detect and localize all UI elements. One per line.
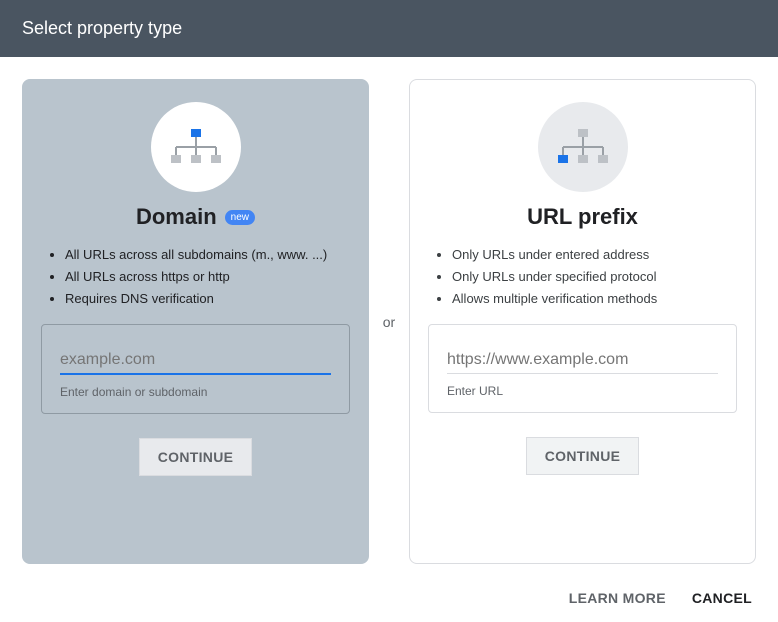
- url-prefix-continue-button[interactable]: CONTINUE: [526, 437, 640, 475]
- domain-input-helper: Enter domain or subdomain: [60, 385, 331, 399]
- modal-title: Select property type: [22, 18, 182, 39]
- modal-header: Select property type: [0, 0, 778, 57]
- url-prefix-title: URL prefix: [527, 204, 638, 230]
- sitemap-icon: [556, 127, 610, 167]
- list-item: Allows multiple verification methods: [452, 288, 737, 310]
- new-badge: new: [225, 210, 255, 225]
- domain-title: Domain: [136, 204, 217, 230]
- domain-input[interactable]: [60, 347, 331, 375]
- learn-more-button[interactable]: LEARN MORE: [569, 590, 666, 606]
- or-separator: or: [369, 79, 409, 564]
- domain-continue-button[interactable]: CONTINUE: [139, 438, 253, 476]
- list-item: Only URLs under entered address: [452, 244, 737, 266]
- modal-body: Domain new All URLs across all subdomain…: [0, 57, 778, 574]
- modal-footer: LEARN MORE CANCEL: [0, 574, 778, 622]
- url-prefix-features: Only URLs under entered address Only URL…: [428, 244, 737, 310]
- list-item: All URLs across all subdomains (m., www.…: [65, 244, 350, 266]
- card-domain[interactable]: Domain new All URLs across all subdomain…: [22, 79, 369, 564]
- list-item: Requires DNS verification: [65, 288, 350, 310]
- url-prefix-title-row: URL prefix: [527, 204, 638, 230]
- url-prefix-input-helper: Enter URL: [447, 384, 718, 398]
- url-prefix-input-frame: Enter URL: [428, 324, 737, 413]
- list-item: All URLs across https or http: [65, 266, 350, 288]
- list-item: Only URLs under specified protocol: [452, 266, 737, 288]
- card-url-prefix[interactable]: URL prefix Only URLs under entered addre…: [409, 79, 756, 564]
- domain-input-frame: Enter domain or subdomain: [41, 324, 350, 414]
- domain-title-row: Domain new: [136, 204, 255, 230]
- domain-features: All URLs across all subdomains (m., www.…: [41, 244, 350, 310]
- cancel-button[interactable]: CANCEL: [692, 590, 752, 606]
- domain-icon-circle: [151, 102, 241, 192]
- select-property-type-modal: Select property type Domain: [0, 0, 778, 622]
- sitemap-icon: [169, 127, 223, 167]
- url-prefix-input[interactable]: [447, 347, 718, 374]
- url-prefix-icon-circle: [538, 102, 628, 192]
